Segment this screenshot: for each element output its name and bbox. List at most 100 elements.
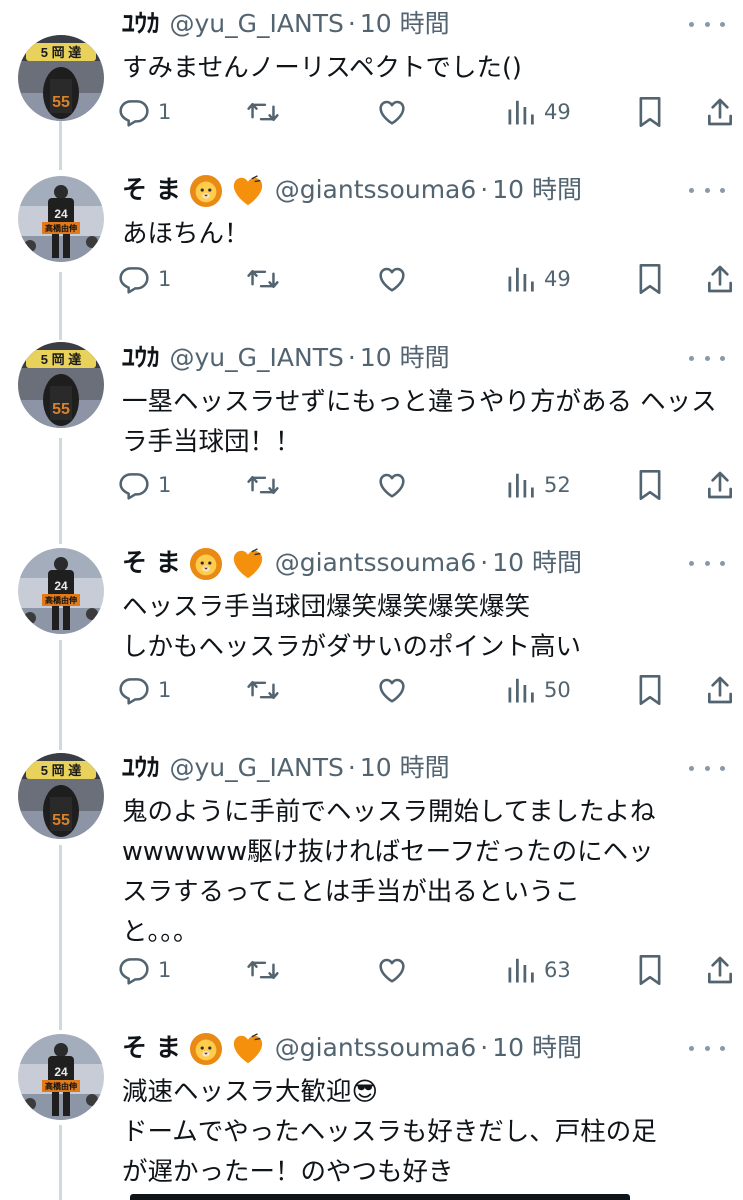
view-count: 49	[544, 100, 571, 124]
like-button[interactable]	[376, 259, 408, 299]
bookmark-button[interactable]	[635, 465, 665, 505]
share-icon	[704, 263, 736, 295]
reply-button[interactable]: 1	[118, 92, 171, 132]
separator-dot: ·	[480, 1033, 489, 1062]
bookmark-button[interactable]	[635, 92, 665, 132]
views-button[interactable]: 52	[506, 465, 571, 505]
timestamp[interactable]: 10 時間	[360, 748, 450, 788]
share-button[interactable]	[704, 92, 736, 132]
tweet-text: ヘッスラ手当球団爆笑爆笑爆笑爆笑 しかもヘッスラがダサいのポイント高い	[122, 592, 582, 662]
repost-button[interactable]	[246, 92, 280, 132]
svg-text:高橋由伸: 高橋由伸	[45, 223, 77, 233]
user-handle[interactable]: @yu_G_IANTS	[170, 4, 344, 44]
like-icon	[376, 469, 408, 501]
repost-button[interactable]	[246, 670, 280, 710]
like-button[interactable]	[376, 465, 408, 505]
svg-text:5 岡 達: 5 岡 達	[41, 45, 81, 60]
tweet-actions: 1 49	[118, 259, 732, 299]
more-icon[interactable]	[689, 748, 725, 788]
more-icon[interactable]	[689, 1028, 725, 1068]
repost-button[interactable]	[246, 465, 280, 505]
repost-icon	[246, 96, 280, 128]
share-button[interactable]	[704, 670, 736, 710]
tweet-text: 減速ヘッスラ大歓迎😎 ドームでやったヘッスラも好きだし、戸柱の足 が遅かったー！…	[122, 1077, 657, 1187]
avatar[interactable]: 5 岡 達 55	[18, 35, 104, 121]
reply-count: 1	[158, 678, 172, 702]
share-button[interactable]	[704, 950, 736, 990]
tweet-actions: 1 49	[118, 92, 732, 132]
share-button[interactable]	[704, 259, 736, 299]
orange-heart-emoji	[223, 543, 265, 583]
thread-line	[59, 640, 62, 750]
bookmark-button[interactable]	[635, 670, 665, 710]
timestamp[interactable]: 10 時間	[492, 1028, 582, 1068]
bookmark-button[interactable]	[635, 259, 665, 299]
view-count: 49	[544, 267, 571, 291]
bookmark-icon	[635, 262, 665, 296]
bookmark-button[interactable]	[635, 950, 665, 990]
more-icon[interactable]	[689, 338, 725, 378]
user-handle[interactable]: @giantssouma6	[275, 543, 477, 583]
display-name[interactable]: そ ま	[122, 1028, 181, 1068]
like-button[interactable]	[376, 92, 408, 132]
avatar[interactable]: 24 高橋由伸	[18, 176, 104, 262]
avatar[interactable]: 5 岡 達 55	[18, 342, 104, 428]
thread-line	[59, 845, 62, 1030]
like-icon	[376, 674, 408, 706]
display-name[interactable]: ﾕｳｶ	[122, 748, 160, 788]
view-count: 52	[544, 473, 571, 497]
svg-text:55: 55	[52, 94, 70, 111]
tweet-actions: 1 63	[118, 950, 732, 990]
display-name[interactable]: ﾕｳｶ	[122, 338, 160, 378]
share-icon	[704, 469, 736, 501]
user-handle[interactable]: @yu_G_IANTS	[170, 338, 344, 378]
views-button[interactable]: 49	[506, 259, 571, 299]
avatar[interactable]: 24 高橋由伸	[18, 1034, 104, 1120]
repost-button[interactable]	[246, 259, 280, 299]
view-count: 63	[544, 958, 571, 982]
reply-button[interactable]: 1	[118, 950, 171, 990]
more-icon[interactable]	[689, 170, 725, 210]
tweet-header: そ ま @giantssouma6 · 10 時間	[122, 170, 582, 210]
timestamp[interactable]: 10 時間	[492, 170, 582, 210]
share-icon	[704, 96, 736, 128]
views-button[interactable]: 49	[506, 92, 571, 132]
lion-face-emoji	[181, 1028, 223, 1068]
reply-button[interactable]: 1	[118, 259, 171, 299]
user-handle[interactable]: @yu_G_IANTS	[170, 748, 344, 788]
display-name[interactable]: ﾕｳｶ	[122, 4, 160, 44]
bookmark-icon	[635, 468, 665, 502]
thread-line	[59, 272, 62, 340]
more-icon[interactable]	[689, 543, 725, 583]
views-button[interactable]: 63	[506, 950, 571, 990]
user-handle[interactable]: @giantssouma6	[275, 1028, 477, 1068]
user-handle[interactable]: @giantssouma6	[275, 170, 477, 210]
like-button[interactable]	[376, 670, 408, 710]
thread-line	[59, 438, 62, 544]
share-button[interactable]	[704, 465, 736, 505]
reply-count: 1	[158, 100, 172, 124]
thread-line	[59, 1125, 62, 1200]
display-name[interactable]: そ ま	[122, 543, 181, 583]
tweet-header: ﾕｳｶ @yu_G_IANTS · 10 時間	[122, 748, 450, 788]
avatar[interactable]: 5 岡 達 55	[18, 753, 104, 839]
views-button[interactable]: 50	[506, 670, 571, 710]
reply-button[interactable]: 1	[118, 670, 171, 710]
repost-button[interactable]	[246, 950, 280, 990]
timestamp[interactable]: 10 時間	[492, 543, 582, 583]
reply-icon	[118, 674, 150, 706]
reply-icon	[118, 96, 150, 128]
views-icon	[506, 675, 536, 705]
timestamp[interactable]: 10 時間	[360, 4, 450, 44]
svg-text:55: 55	[52, 812, 70, 829]
display-name[interactable]: そ ま	[122, 170, 181, 210]
timestamp[interactable]: 10 時間	[360, 338, 450, 378]
avatar[interactable]: 24 高橋由伸	[18, 548, 104, 634]
reply-button[interactable]: 1	[118, 465, 171, 505]
tweet-actions: 1 50	[118, 670, 732, 710]
svg-text:5 岡 達: 5 岡 達	[41, 763, 81, 778]
like-button[interactable]	[376, 950, 408, 990]
more-icon[interactable]	[689, 4, 725, 44]
home-indicator	[130, 1194, 630, 1200]
tweet-actions: 1 52	[118, 465, 732, 505]
